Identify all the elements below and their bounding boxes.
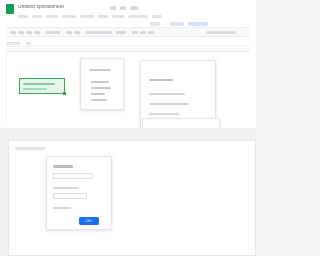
share-button[interactable] xyxy=(188,22,208,26)
dialog-front: OK xyxy=(46,156,112,230)
formula-bar[interactable] xyxy=(6,40,250,47)
font-size-select[interactable] xyxy=(116,31,126,34)
history-icon[interactable] xyxy=(150,22,160,26)
panel-heading xyxy=(149,79,173,81)
menu-item-insert[interactable] xyxy=(62,15,76,18)
title-star-icon[interactable] xyxy=(110,6,116,10)
paint-format-icon[interactable] xyxy=(34,31,40,34)
cloud-status-icon xyxy=(130,6,138,10)
selected-cell-text xyxy=(23,83,55,85)
percent-icon[interactable] xyxy=(74,31,80,34)
popup-line xyxy=(91,93,105,95)
confirm-button[interactable]: OK xyxy=(79,217,99,225)
panel-option[interactable] xyxy=(149,113,179,115)
zoom-select[interactable] xyxy=(46,31,60,34)
menu-item-data[interactable] xyxy=(98,15,108,18)
italic-icon[interactable] xyxy=(140,31,146,34)
panel-option[interactable] xyxy=(149,93,185,95)
dialog-field[interactable] xyxy=(53,193,87,199)
selected-cell-text xyxy=(23,88,47,90)
menu-item-view[interactable] xyxy=(46,15,58,18)
dialog-title xyxy=(53,165,73,168)
popup-line xyxy=(91,87,111,89)
selected-cell-range[interactable] xyxy=(19,78,65,94)
currency-icon[interactable] xyxy=(66,31,72,34)
menu-item-edit[interactable] xyxy=(32,15,42,18)
comment-icon[interactable] xyxy=(170,22,184,26)
sheets-logo-icon[interactable] xyxy=(6,4,14,14)
document-title[interactable]: Untitled spreadsheet xyxy=(18,5,64,10)
menu-item-tools[interactable] xyxy=(112,15,124,18)
cell-popup xyxy=(80,58,124,110)
print-icon[interactable] xyxy=(26,31,32,34)
menu-bar xyxy=(18,14,238,20)
menu-item-extensions[interactable] xyxy=(128,15,148,18)
font-select[interactable] xyxy=(86,31,112,34)
menu-item-help[interactable] xyxy=(152,15,162,18)
undo-icon[interactable] xyxy=(10,31,16,34)
menu-item-format[interactable] xyxy=(80,15,94,18)
fx-icon xyxy=(26,42,31,45)
menu-item-file[interactable] xyxy=(18,15,28,18)
fill-handle[interactable] xyxy=(63,92,66,95)
toolbar-more-icon[interactable] xyxy=(206,31,236,34)
spreadsheet-window: Untitled spreadsheet xyxy=(0,0,256,138)
popup-line xyxy=(89,69,111,71)
lower-window xyxy=(0,128,256,256)
dialog-field[interactable] xyxy=(53,173,93,179)
lower-window-header xyxy=(15,147,45,150)
text-color-icon[interactable] xyxy=(148,31,154,34)
panel-option[interactable] xyxy=(149,103,189,105)
popup-line xyxy=(91,99,107,101)
toolbar xyxy=(6,27,250,37)
title-move-icon[interactable] xyxy=(120,6,126,10)
redo-icon[interactable] xyxy=(18,31,24,34)
bold-icon[interactable] xyxy=(132,31,138,34)
dialog-line xyxy=(53,207,71,209)
popup-line xyxy=(91,81,109,83)
name-box[interactable] xyxy=(6,42,20,45)
dialog-line xyxy=(53,187,79,189)
